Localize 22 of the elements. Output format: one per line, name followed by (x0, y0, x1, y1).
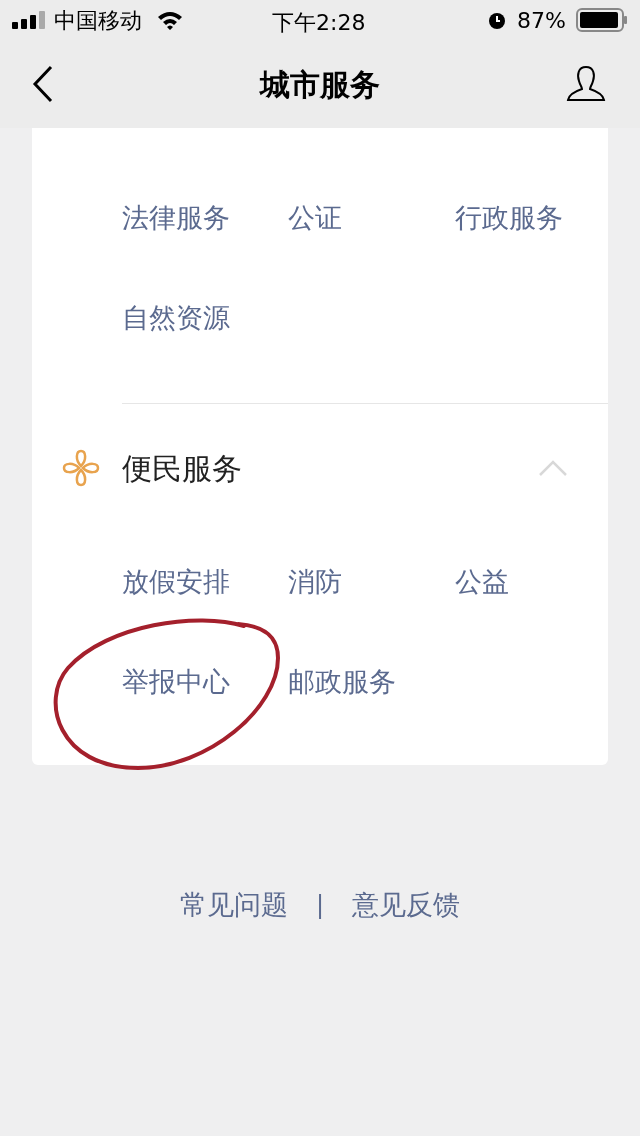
battery-icon (576, 8, 628, 32)
section-title: 便民服务 (122, 449, 242, 488)
faq-link[interactable]: 常见问题 (179, 885, 288, 926)
battery-percentage: 87% (517, 6, 566, 35)
service-link[interactable]: 公证 (288, 197, 342, 239)
clover-icon (60, 447, 102, 489)
service-link[interactable]: 放假安排 (122, 561, 230, 603)
service-link[interactable]: 行政服务 (455, 197, 563, 239)
signal-icon (12, 11, 48, 29)
service-link[interactable]: 邮政服务 (288, 661, 396, 703)
service-link[interactable]: 公益 (455, 561, 509, 603)
carrier-name: 中国移动 (54, 6, 142, 35)
wifi-icon (156, 10, 184, 30)
clock-time: 下午2:28 (272, 9, 366, 37)
service-link[interactable]: 自然资源 (122, 297, 230, 339)
page-title: 城市服务 (260, 65, 380, 104)
feedback-link[interactable]: 意见反馈 (352, 885, 461, 926)
service-link[interactable]: 举报中心 (122, 661, 230, 703)
link-separator: | (315, 890, 325, 922)
service-link[interactable]: 法律服务 (122, 197, 230, 239)
alarm-icon (487, 10, 508, 30)
service-link[interactable]: 消防 (288, 561, 342, 603)
